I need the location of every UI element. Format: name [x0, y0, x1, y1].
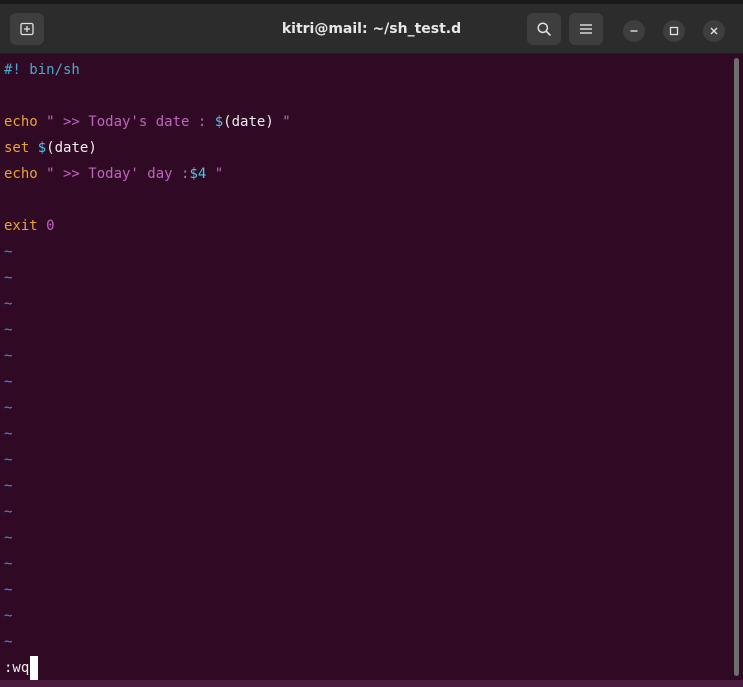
hamburger-menu-icon — [580, 24, 592, 34]
empty-line-tilde: ~ — [4, 296, 13, 312]
close-button[interactable] — [703, 20, 725, 42]
echo-keyword: echo — [4, 114, 38, 130]
paren-open: ( — [223, 114, 232, 130]
echo-keyword: echo — [4, 166, 38, 182]
empty-line-tilde: ~ — [4, 374, 13, 390]
minimize-icon — [630, 30, 638, 32]
maximize-button[interactable] — [663, 20, 685, 42]
editor-line-1: #! bin/sh — [4, 57, 80, 83]
empty-line-tilde: ~ — [4, 530, 13, 546]
search-button[interactable] — [527, 13, 561, 45]
terminal-content[interactable]: #! bin/sh echo " >> Today's date : $(dat… — [0, 54, 732, 680]
empty-line-tilde: ~ — [4, 426, 13, 442]
window-bottom-edge — [0, 680, 743, 687]
empty-line-tilde: ~ — [4, 270, 13, 286]
empty-line-tilde: ~ — [4, 582, 13, 598]
empty-line-tilde: ~ — [4, 244, 13, 260]
empty-line-tilde: ~ — [4, 322, 13, 338]
positional-var: $4 — [189, 166, 207, 182]
scrollbar-thumb[interactable] — [734, 58, 739, 676]
text-cursor — [30, 656, 39, 680]
empty-line-tilde: ~ — [4, 452, 13, 468]
scrollbar[interactable] — [732, 54, 743, 680]
title-bar[interactable]: kitri@mail: ~/sh_test.d — [0, 4, 743, 54]
search-icon — [537, 22, 551, 36]
new-tab-icon — [20, 22, 34, 36]
command-sub: date — [231, 114, 266, 130]
editor-line-5: echo " >> Today' day :$4 " — [4, 161, 223, 187]
editor-line-3: echo " >> Today's date : $(date) " — [4, 109, 291, 135]
command-sub: date — [54, 140, 89, 156]
paren-close: ) — [265, 114, 274, 130]
empty-line-tilde: ~ — [4, 478, 13, 494]
command-text: :wq — [4, 660, 30, 676]
menu-button[interactable] — [569, 13, 603, 45]
editor-line-7: exit 0 — [4, 213, 55, 239]
exit-keyword: exit — [4, 218, 38, 234]
paren-close: ) — [88, 140, 97, 156]
paren-open: ( — [46, 140, 55, 156]
dollar-sign: $ — [214, 114, 224, 130]
string-text: " >> Today's date : — [37, 114, 215, 130]
string-end: " — [273, 114, 291, 130]
editor-line-4: set $(date) — [4, 135, 97, 161]
vim-command-line[interactable]: :wq — [4, 655, 39, 681]
empty-line-tilde: ~ — [4, 556, 13, 572]
empty-line-tilde: ~ — [4, 504, 13, 520]
string-text: " >> Today' day : — [37, 166, 190, 182]
close-icon — [710, 27, 718, 35]
dollar-sign: $ — [29, 140, 47, 156]
new-tab-button[interactable] — [10, 13, 44, 45]
minimize-button[interactable] — [623, 20, 645, 42]
empty-line-tilde: ~ — [4, 400, 13, 416]
terminal-window: kitri@mail: ~/sh_test.d #! bin/sh echo "… — [0, 0, 743, 687]
string-end: " — [206, 166, 224, 182]
empty-line-tilde: ~ — [4, 634, 13, 650]
shebang-text: #! bin/sh — [4, 62, 80, 78]
set-keyword: set — [4, 140, 30, 156]
maximize-icon — [669, 26, 679, 36]
exit-code: 0 — [37, 218, 55, 234]
empty-line-tilde: ~ — [4, 608, 13, 624]
empty-line-tilde: ~ — [4, 348, 13, 364]
